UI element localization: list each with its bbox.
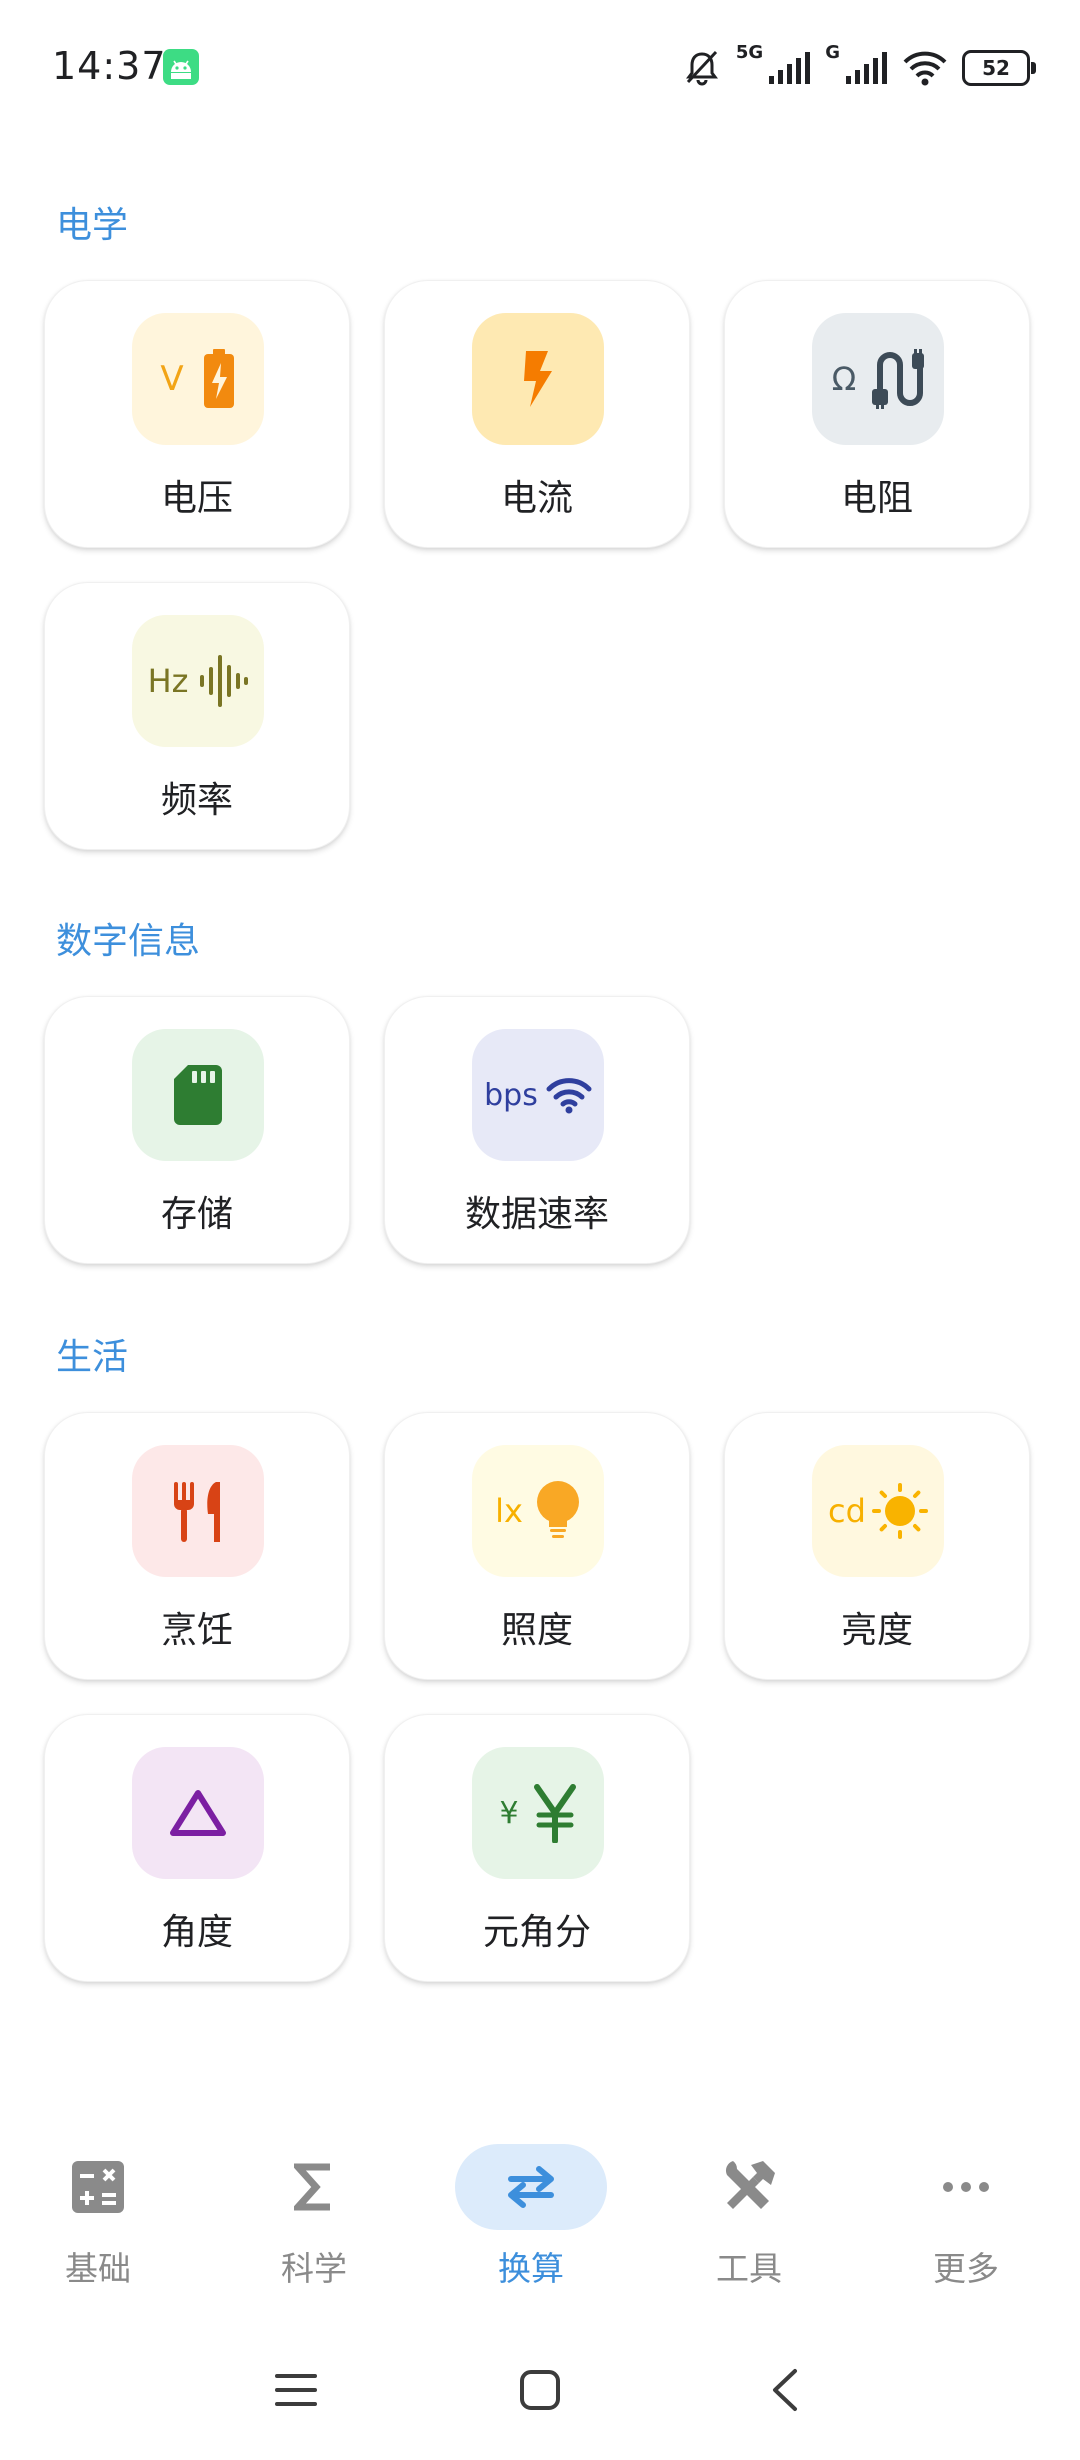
back-button[interactable]	[744, 2350, 824, 2430]
nav-more-pill	[890, 2144, 1042, 2230]
nav-tools-label: 工具	[716, 2249, 782, 2288]
nav-science[interactable]: 科学	[234, 2130, 394, 2300]
fork-knife-icon	[174, 1482, 220, 1542]
nav-convert[interactable]: 换算	[451, 2130, 611, 2300]
card-resistance[interactable]: Ω 电阻	[724, 280, 1030, 548]
yuan-icon	[533, 1784, 576, 1843]
nav-basic-label: 基础	[65, 2249, 131, 2288]
nav-science-label: 科学	[281, 2249, 347, 2288]
nav-basic-pill	[22, 2144, 174, 2230]
nav-more[interactable]: 更多	[886, 2130, 1046, 2300]
more-dots-icon	[943, 2182, 989, 2192]
yuan-tile: ¥	[472, 1747, 604, 1879]
card-current[interactable]: 电流	[384, 280, 690, 548]
card-label: 存储	[160, 1194, 233, 1235]
nav-more-label: 更多	[933, 2249, 999, 2288]
menu-icon	[275, 2374, 317, 2406]
section-title-electric: 电学	[56, 205, 129, 246]
signal-label-2: G	[825, 42, 840, 63]
back-chevron-icon	[773, 2369, 797, 2411]
wifi-status-icon	[903, 51, 947, 86]
status-bar: 14:37 5G G 52	[0, 0, 1080, 140]
recents-button[interactable]	[256, 2350, 336, 2430]
data-rate-unit: bps	[484, 1077, 538, 1113]
home-square-icon	[520, 2370, 560, 2410]
android-icon	[163, 49, 199, 85]
section-title-digital: 数字信息	[56, 921, 201, 962]
home-button[interactable]	[500, 2350, 580, 2430]
sd-card-icon	[174, 1065, 222, 1125]
sun-icon	[871, 1483, 928, 1539]
angle-tile	[132, 1747, 264, 1879]
luminance-tile: cd	[812, 1445, 944, 1577]
bell-off-icon	[685, 50, 718, 86]
signal-icon	[769, 52, 811, 84]
screen: 14:37 5G G 52 电学 V 电压 电流 Ω 电阻 Hz 频率 数字信息…	[0, 0, 1080, 2460]
bottom-nav: 基础 科学 换算 工具 更多	[0, 2100, 1080, 2300]
sigma-icon	[294, 2163, 330, 2211]
frequency-tile: Hz	[132, 615, 264, 747]
card-illuminance[interactable]: lx 照度	[384, 1412, 690, 1680]
card-label: 电阻	[840, 478, 913, 519]
card-label: 照度	[500, 1610, 573, 1651]
bolt-icon	[524, 351, 552, 407]
card-label: 角度	[160, 1912, 233, 1953]
illuminance-tile: lx	[472, 1445, 604, 1577]
illuminance-unit: lx	[495, 1492, 523, 1530]
card-data-rate[interactable]: bps 数据速率	[384, 996, 690, 1264]
battery-icon: 52	[962, 50, 1036, 86]
nav-tools[interactable]: 工具	[669, 2130, 829, 2300]
status-icons: 5G G 52	[682, 42, 1036, 90]
nav-basic[interactable]: 基础	[18, 2130, 178, 2300]
swap-arrows-icon	[508, 2166, 554, 2208]
battery-level: 52	[982, 56, 1010, 80]
resistance-tile: Ω	[812, 313, 944, 445]
waveform-icon	[200, 655, 249, 707]
nav-science-pill	[238, 2144, 390, 2230]
current-tile	[472, 313, 604, 445]
card-label: 频率	[160, 780, 233, 821]
resistance-unit: Ω	[831, 360, 857, 398]
card-frequency[interactable]: Hz 频率	[44, 582, 350, 850]
voltage-unit: V	[160, 359, 184, 399]
cooking-tile	[132, 1445, 264, 1577]
voltage-tile: V	[132, 313, 264, 445]
nav-tools-pill	[673, 2144, 825, 2230]
triangle-icon	[170, 1790, 226, 1836]
system-nav-bar	[0, 2320, 1080, 2460]
lightbulb-icon	[536, 1481, 579, 1538]
frequency-unit: Hz	[147, 662, 189, 700]
status-time: 14:37	[52, 44, 167, 88]
section-title-life: 生活	[56, 1337, 129, 1378]
nav-convert-pill	[455, 2144, 607, 2230]
card-angle[interactable]: 角度	[44, 1714, 350, 1982]
data-rate-tile: bps	[472, 1029, 604, 1161]
calculator-icon	[72, 2161, 124, 2213]
nav-convert-label: 换算	[498, 2249, 564, 2288]
card-label: 元角分	[482, 1912, 591, 1953]
card-yuan[interactable]: ¥ 元角分	[384, 1714, 690, 1982]
card-label: 烹饪	[160, 1610, 233, 1651]
signal-label-1: 5G	[735, 42, 764, 63]
card-luminance[interactable]: cd 亮度	[724, 1412, 1030, 1680]
tools-icon	[725, 2161, 775, 2209]
yuan-unit: ¥	[499, 1795, 519, 1831]
card-cooking[interactable]: 烹饪	[44, 1412, 350, 1680]
card-voltage[interactable]: V 电压	[44, 280, 350, 548]
luminance-unit: cd	[828, 1492, 866, 1530]
battery-bolt-icon	[203, 349, 234, 408]
storage-tile	[132, 1029, 264, 1161]
card-label: 电流	[500, 478, 573, 519]
cable-icon	[872, 349, 925, 409]
card-label: 亮度	[840, 1610, 913, 1651]
signal-icon-2	[846, 52, 887, 84]
card-label: 数据速率	[464, 1194, 609, 1235]
card-label: 电压	[160, 478, 233, 519]
card-storage[interactable]: 存储	[44, 996, 350, 1264]
wifi-icon	[546, 1078, 592, 1114]
